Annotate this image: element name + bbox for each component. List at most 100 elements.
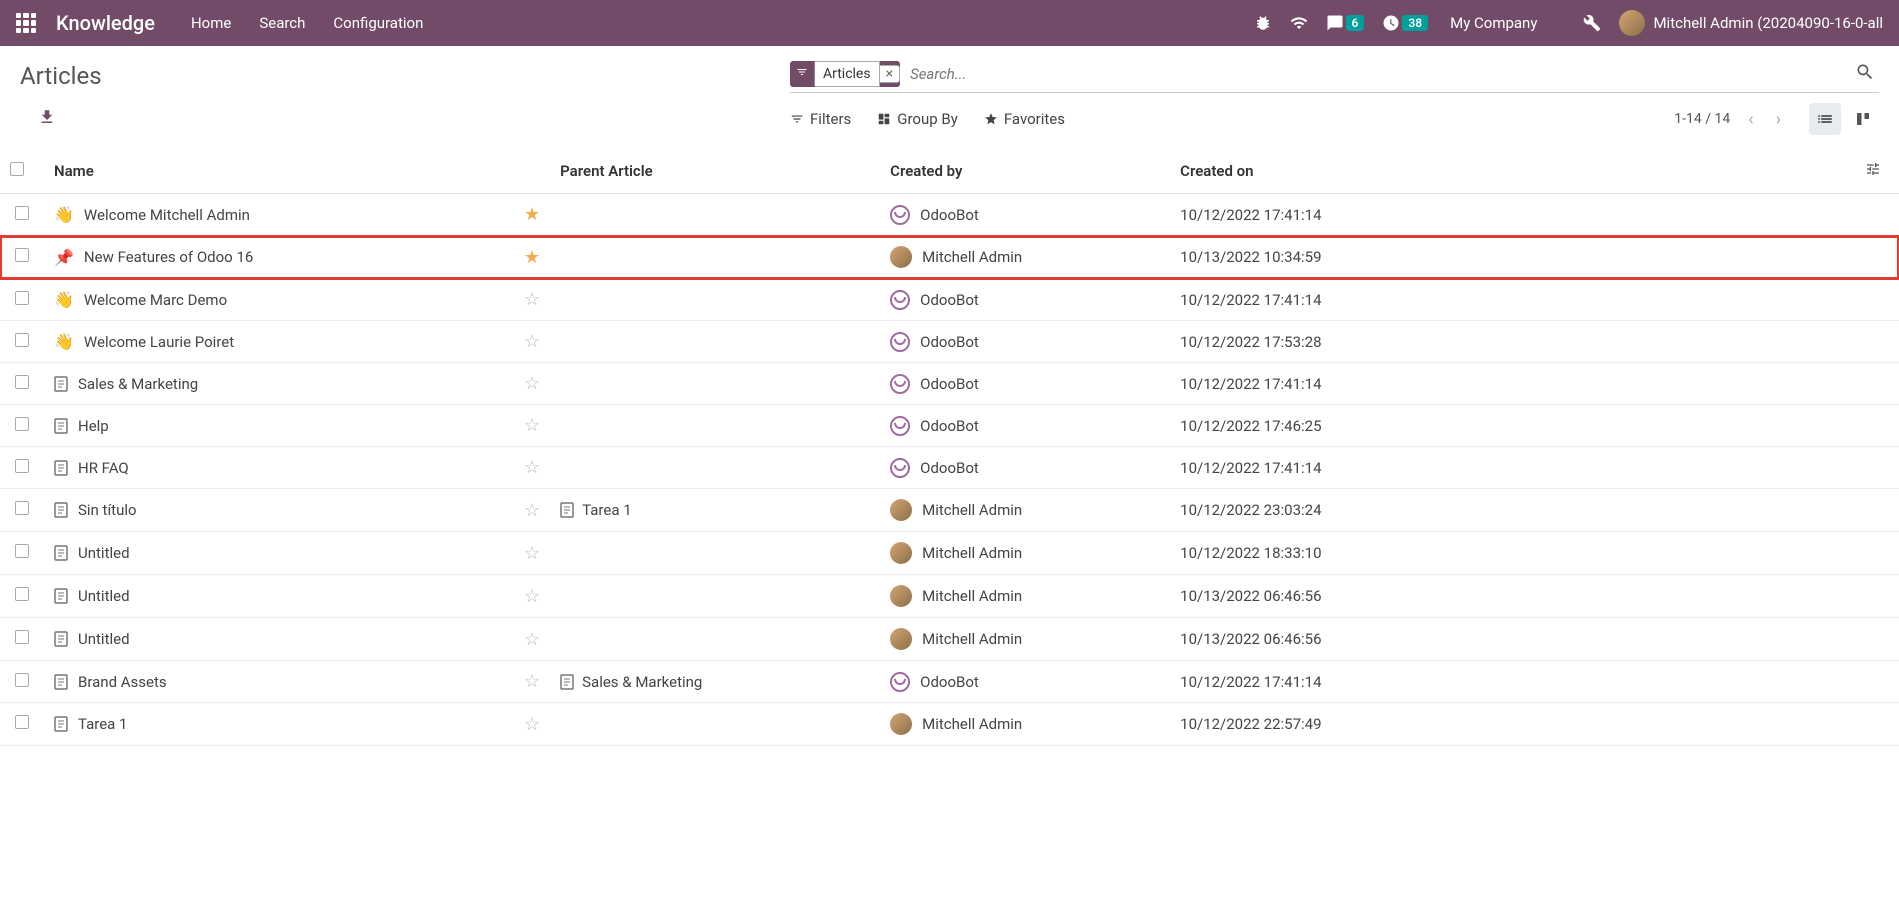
article-name: Welcome Mitchell Admin [84, 206, 250, 224]
pager-next[interactable]: › [1772, 109, 1785, 130]
optional-columns-icon[interactable] [1865, 163, 1881, 181]
row-checkbox[interactable] [15, 375, 29, 389]
apps-icon[interactable] [16, 13, 36, 33]
row-checkbox[interactable] [15, 459, 29, 473]
table-row[interactable]: 👋Welcome Laurie Poiret☆OdooBot10/12/2022… [0, 321, 1899, 363]
articles-table: Name Parent Article Created by Created o… [0, 149, 1899, 746]
user-avatar[interactable] [1619, 10, 1645, 36]
chat-icon[interactable]: 6 [1326, 14, 1365, 32]
row-checkbox[interactable] [15, 333, 29, 347]
select-all-checkbox[interactable] [10, 162, 24, 176]
article-name: New Features of Odoo 16 [84, 248, 253, 266]
control-panel: Articles Articles × Filters Group By Fav… [0, 46, 1899, 143]
star-toggle[interactable]: ★ [524, 247, 540, 268]
star-toggle[interactable]: ☆ [524, 457, 540, 478]
table-row[interactable]: Sales & Marketing☆OdooBot10/12/2022 17:4… [0, 363, 1899, 405]
star-toggle[interactable]: ☆ [524, 586, 540, 607]
table-row[interactable]: Brand Assets☆Sales & MarketingOdooBot10/… [0, 661, 1899, 703]
star-toggle[interactable]: ☆ [524, 543, 540, 564]
row-checkbox[interactable] [15, 248, 29, 262]
table-row[interactable]: Untitled☆Mitchell Admin10/13/2022 06:46:… [0, 618, 1899, 661]
row-checkbox[interactable] [15, 587, 29, 601]
app-brand[interactable]: Knowledge [56, 11, 155, 35]
pager-value[interactable]: 1-14 / 14 [1674, 111, 1730, 127]
nav-configuration[interactable]: Configuration [333, 14, 423, 32]
row-checkbox[interactable] [15, 501, 29, 515]
document-icon [54, 674, 68, 690]
table-row[interactable]: Tarea 1☆Mitchell Admin10/12/2022 22:57:4… [0, 703, 1899, 746]
star-toggle[interactable]: ☆ [524, 500, 540, 521]
bot-avatar-icon [890, 672, 910, 692]
row-checkbox[interactable] [15, 544, 29, 558]
created-by-name: OdooBot [920, 673, 979, 691]
wifi-icon[interactable] [1290, 14, 1308, 32]
bot-avatar-icon [890, 374, 910, 394]
groupby-button[interactable]: Group By [877, 110, 958, 128]
row-checkbox[interactable] [15, 715, 29, 729]
row-checkbox[interactable] [15, 417, 29, 431]
star-toggle[interactable]: ☆ [524, 671, 540, 692]
table-row[interactable]: 👋Welcome Mitchell Admin★OdooBot10/12/202… [0, 194, 1899, 236]
star-toggle[interactable]: ★ [524, 204, 540, 225]
star-toggle[interactable]: ☆ [524, 331, 540, 352]
nav-home[interactable]: Home [191, 14, 231, 32]
clock-icon[interactable]: 38 [1382, 14, 1428, 32]
nav-search[interactable]: Search [259, 14, 305, 32]
table-row[interactable]: Sin título☆Tarea 1Mitchell Admin10/12/20… [0, 489, 1899, 532]
star-toggle[interactable]: ☆ [524, 289, 540, 310]
article-emoji: 👋 [54, 290, 74, 309]
row-checkbox[interactable] [15, 206, 29, 220]
row-checkbox[interactable] [15, 291, 29, 305]
created-on-date: 10/12/2022 17:41:14 [1180, 673, 1321, 691]
row-checkbox[interactable] [15, 673, 29, 687]
document-icon [560, 502, 574, 518]
top-navbar: Knowledge Home Search Configuration 6 38… [0, 0, 1899, 46]
document-icon [54, 376, 68, 392]
tools-icon[interactable] [1583, 14, 1601, 32]
user-menu[interactable]: Mitchell Admin (20204090-16-0-all [1653, 14, 1883, 32]
article-emoji: 📌 [54, 248, 74, 267]
facet-remove[interactable]: × [880, 65, 900, 83]
table-row[interactable]: 👋Welcome Marc Demo☆OdooBot10/12/2022 17:… [0, 279, 1899, 321]
column-name[interactable]: Name [44, 149, 514, 194]
bot-avatar-icon [890, 458, 910, 478]
search-input[interactable] [900, 59, 1851, 89]
favorites-button[interactable]: Favorites [984, 110, 1065, 128]
column-created-by[interactable]: Created by [880, 149, 1170, 194]
created-on-date: 10/12/2022 17:41:14 [1180, 459, 1321, 477]
document-icon [54, 460, 68, 476]
document-icon [560, 674, 574, 690]
pager-prev[interactable]: ‹ [1744, 109, 1757, 130]
created-on-date: 10/12/2022 17:41:14 [1180, 375, 1321, 393]
created-by-name: OdooBot [920, 417, 979, 435]
filters-button[interactable]: Filters [790, 110, 851, 128]
document-icon [54, 502, 68, 518]
star-toggle[interactable]: ☆ [524, 629, 540, 650]
user-avatar-icon [890, 713, 912, 735]
search-facet-articles: Articles × [790, 61, 900, 87]
download-button[interactable] [38, 114, 56, 130]
kanban-view-button[interactable] [1847, 103, 1879, 135]
search-icon[interactable] [1851, 58, 1879, 90]
article-name: Help [78, 417, 109, 435]
star-toggle[interactable]: ☆ [524, 415, 540, 436]
table-row[interactable]: HR FAQ☆OdooBot10/12/2022 17:41:14 [0, 447, 1899, 489]
company-selector[interactable]: My Company [1450, 14, 1537, 32]
table-row[interactable]: Untitled☆Mitchell Admin10/13/2022 06:46:… [0, 575, 1899, 618]
column-parent[interactable]: Parent Article [550, 149, 880, 194]
bug-icon[interactable] [1254, 14, 1272, 32]
table-row[interactable]: Untitled☆Mitchell Admin10/12/2022 18:33:… [0, 532, 1899, 575]
row-checkbox[interactable] [15, 630, 29, 644]
column-created-on[interactable]: Created on [1170, 149, 1855, 194]
created-on-date: 10/12/2022 17:53:28 [1180, 333, 1321, 351]
star-toggle[interactable]: ☆ [524, 714, 540, 735]
table-row[interactable]: Help☆OdooBot10/12/2022 17:46:25 [0, 405, 1899, 447]
table-row[interactable]: 📌New Features of Odoo 16★Mitchell Admin1… [0, 236, 1899, 279]
star-toggle[interactable]: ☆ [524, 373, 540, 394]
created-by-name: Mitchell Admin [922, 715, 1022, 733]
created-on-date: 10/12/2022 22:57:49 [1180, 715, 1321, 733]
created-by-name: Mitchell Admin [922, 587, 1022, 605]
list-view-button[interactable] [1809, 103, 1841, 135]
created-on-date: 10/12/2022 17:41:14 [1180, 291, 1321, 309]
created-by-name: OdooBot [920, 333, 979, 351]
